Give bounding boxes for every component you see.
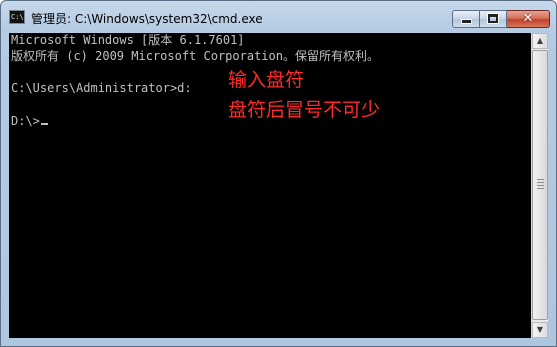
minimize-button[interactable] [452, 10, 480, 28]
console-line: C:\Users\Administrator>d: [11, 81, 192, 95]
scroll-down-button[interactable]: ▼ [532, 322, 548, 338]
maximize-icon [488, 14, 498, 23]
text-cursor [40, 123, 48, 125]
window-title: 管理员: C:\Windows\system32\cmd.exe [31, 12, 263, 26]
scroll-thumb[interactable] [532, 50, 548, 320]
scroll-up-button[interactable]: ▲ [532, 33, 548, 49]
cmd-window: C:\ 管理员: C:\Windows\system32\cmd.exe ✕ M… [0, 0, 557, 347]
console-line: 版权所有 (c) 2009 Microsoft Corporation。保留所有… [11, 49, 379, 63]
arrow-up-icon: ▲ [536, 36, 544, 45]
annotation-enter-drive: 输入盘符 [228, 69, 305, 91]
annotation-colon-required: 盘符后冒号不可少 [228, 99, 381, 121]
prompt-text: D:\> [11, 114, 40, 128]
close-icon: ✕ [522, 11, 534, 26]
cmd-app-icon[interactable]: C:\ [9, 10, 25, 24]
console-prompt: D:\> [11, 114, 48, 128]
maximize-button[interactable] [480, 10, 507, 28]
console-line: Microsoft Windows [版本 6.1.7601] [11, 33, 245, 47]
grip-icon [537, 179, 544, 189]
title-bar[interactable]: C:\ 管理员: C:\Windows\system32\cmd.exe ✕ [1, 1, 556, 33]
close-button[interactable]: ✕ [507, 10, 550, 28]
console-output[interactable]: Microsoft Windows [版本 6.1.7601] 版权所有 (c)… [9, 33, 531, 338]
minimize-icon [462, 20, 471, 23]
vertical-scrollbar[interactable]: ▲ ▼ [531, 33, 548, 338]
arrow-down-icon: ▼ [536, 325, 544, 334]
